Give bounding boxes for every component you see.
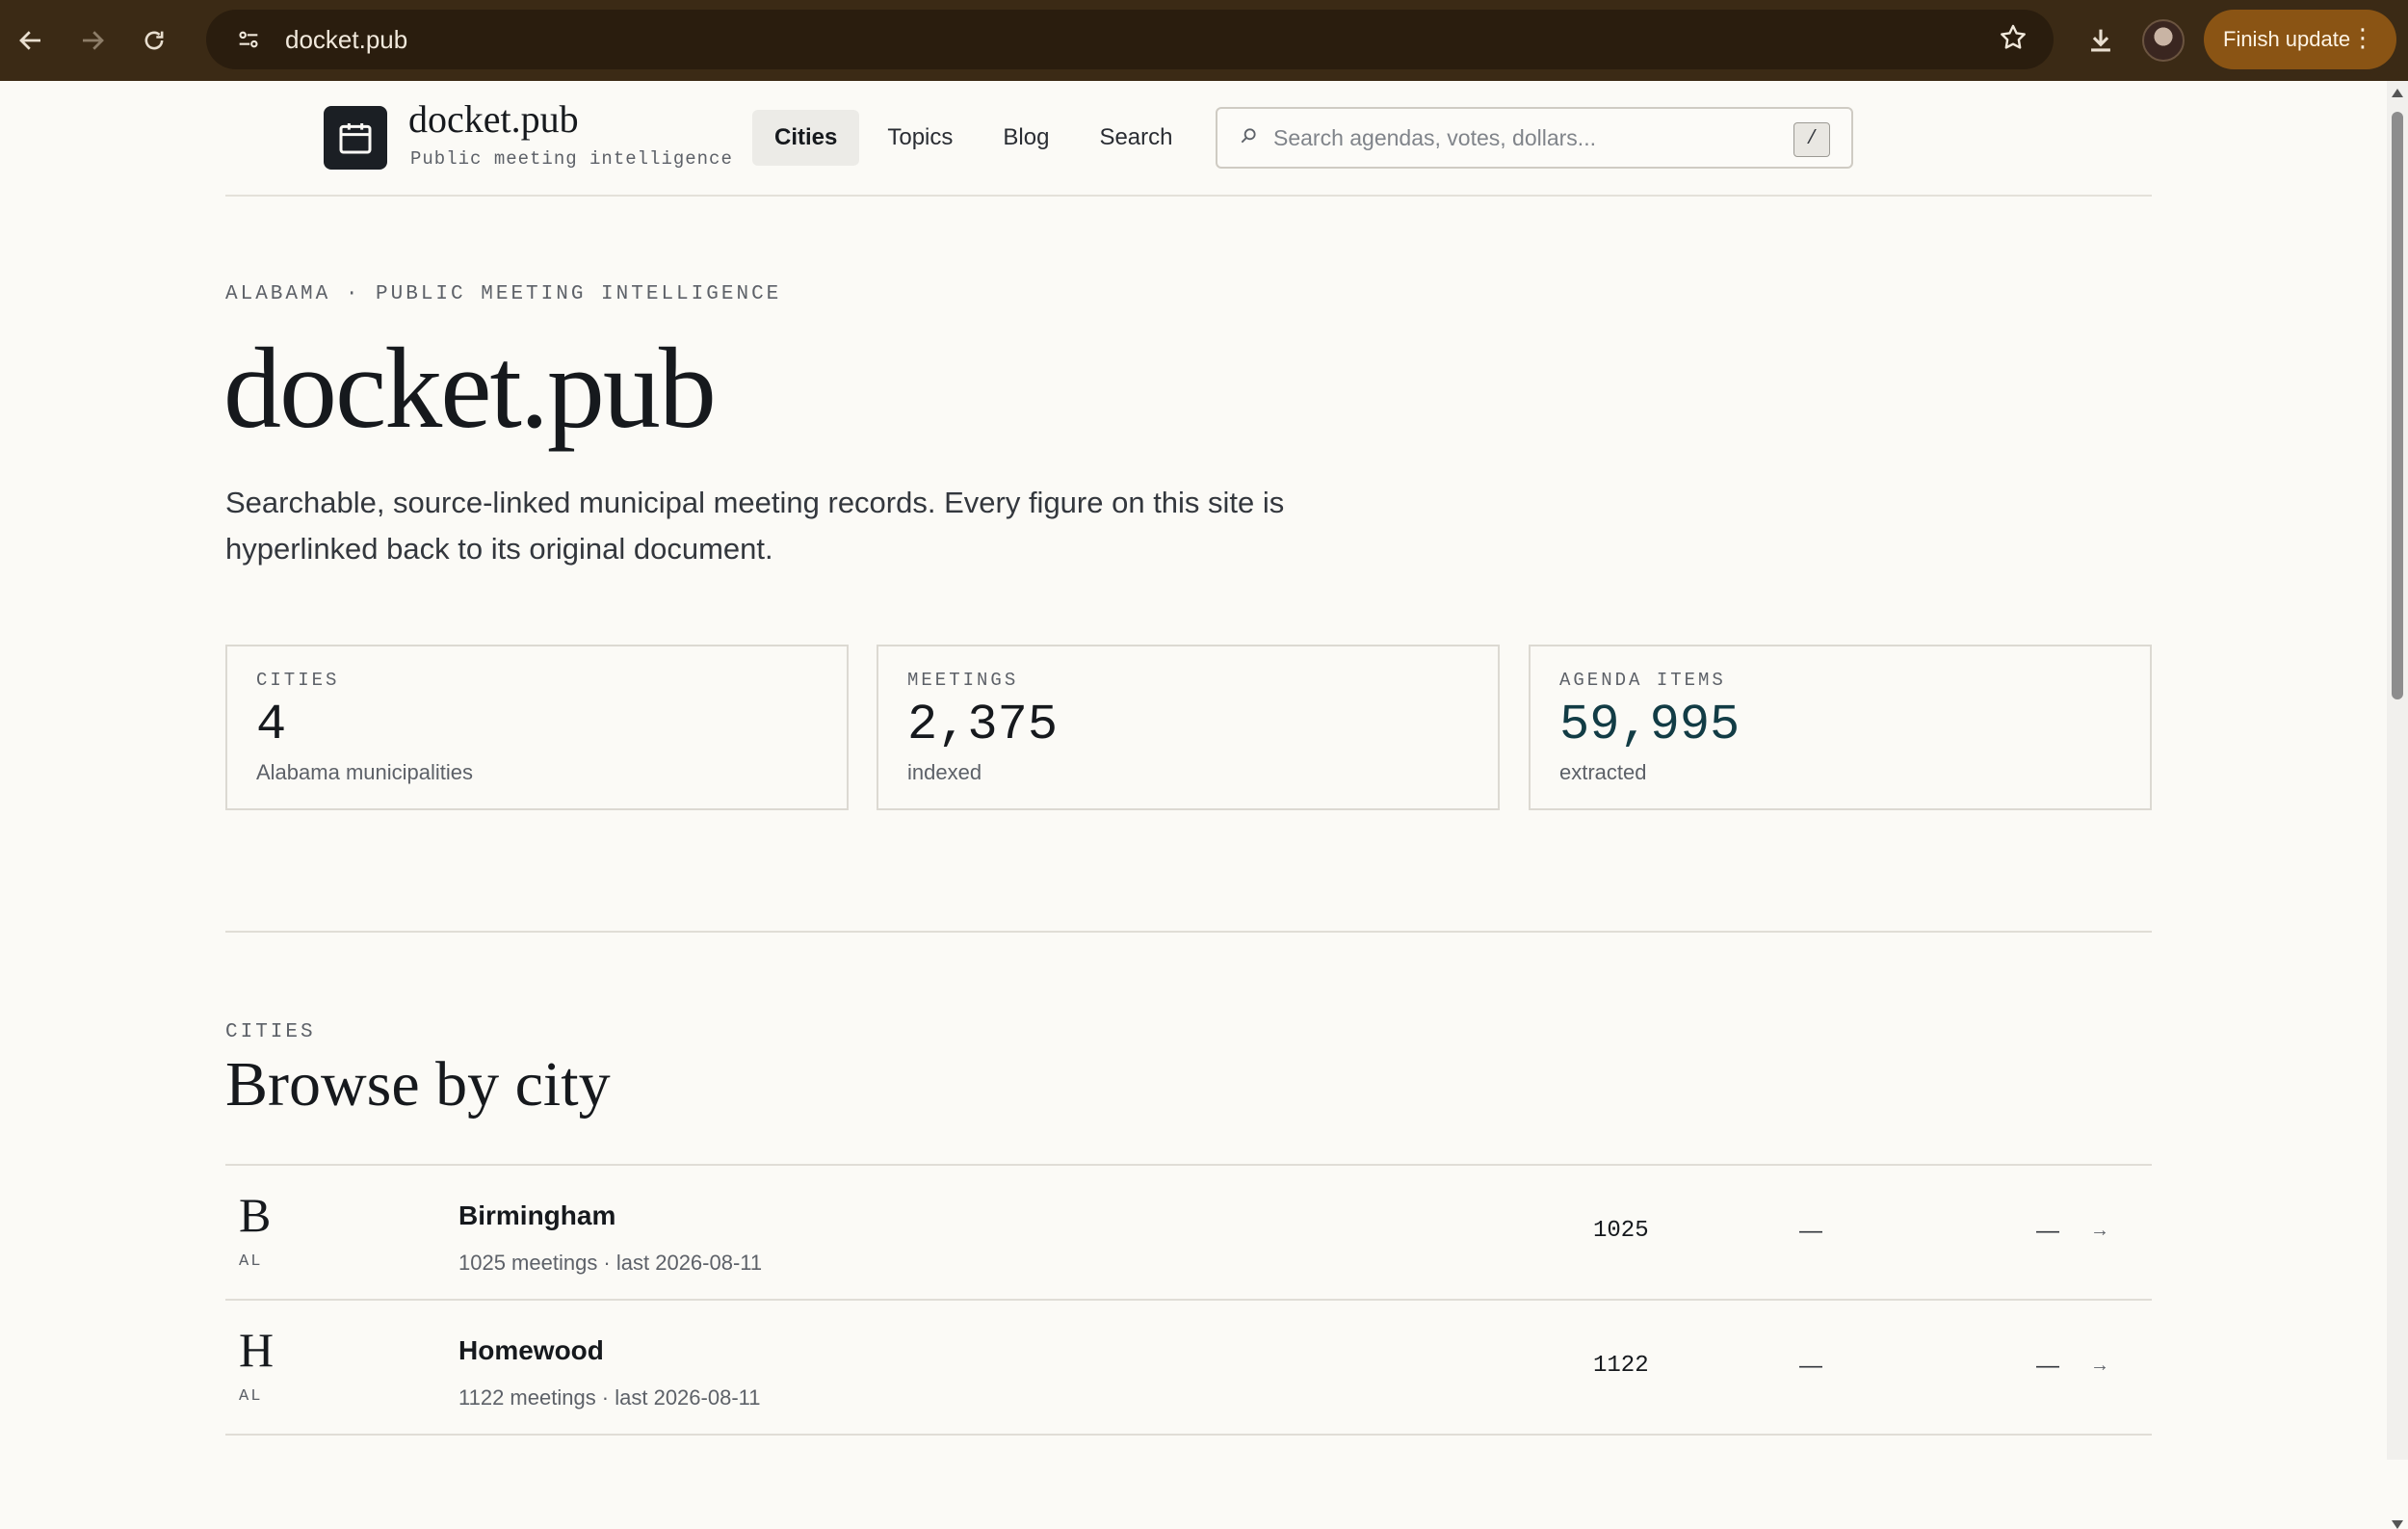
- finish-update-button[interactable]: Finish update ⋮: [2204, 10, 2396, 69]
- main-nav: Cities Topics Blog Search: [752, 110, 1194, 166]
- city-meta: 1122 meetings · last 2026-08-11: [458, 1385, 761, 1410]
- stat-card-cities: CITIES 4 Alabama municipalities: [225, 645, 849, 810]
- city-initial: H: [239, 1323, 275, 1377]
- nav-blog[interactable]: Blog: [981, 110, 1071, 166]
- city-initial: B: [239, 1188, 272, 1242]
- hero-eyebrow: ALABAMA · PUBLIC MEETING INTELLIGENCE: [225, 283, 782, 305]
- city-row-homewood[interactable]: H AL Homewood 1122 meetings · last 2026-…: [225, 1301, 2152, 1436]
- city-state: AL: [239, 1387, 263, 1406]
- site-header: docket.pub Public meeting intelligence C…: [225, 81, 2152, 197]
- stat-value: 59,995: [1559, 697, 1741, 753]
- stat-label: CITIES: [256, 670, 340, 691]
- calendar-icon: [339, 123, 372, 154]
- logo[interactable]: [324, 106, 387, 170]
- city-meeting-count: 1122: [1593, 1353, 1649, 1379]
- back-arrow-icon: [19, 31, 40, 50]
- reload-icon: [144, 31, 164, 50]
- search-icon: [1239, 126, 1262, 150]
- search-shortcut-key: /: [1793, 122, 1830, 157]
- download-icon[interactable]: [2084, 24, 2117, 57]
- stat-label: MEETINGS: [907, 670, 1019, 691]
- city-col-2: —: [1799, 1353, 1822, 1379]
- city-name-link[interactable]: Birmingham: [458, 1200, 615, 1231]
- more-vertical-icon: ⋮: [2350, 23, 2375, 52]
- site-info-button[interactable]: [220, 26, 277, 53]
- nav-topics[interactable]: Topics: [865, 110, 975, 166]
- stat-value: 2,375: [907, 697, 1059, 753]
- stat-note: extracted: [1559, 760, 1647, 784]
- arrow-right-icon[interactable]: →: [2090, 1355, 2109, 1377]
- section-divider: [225, 931, 2152, 933]
- cities-eyebrow: CITIES: [225, 1021, 316, 1043]
- forward-arrow-icon: [83, 31, 104, 50]
- stat-label: AGENDA ITEMS: [1559, 670, 1726, 691]
- city-state: AL: [239, 1252, 263, 1271]
- city-col-3: —: [2036, 1353, 2059, 1379]
- nav-cities[interactable]: Cities: [752, 110, 860, 166]
- search-box[interactable]: /: [1216, 107, 1853, 169]
- finish-update-label: Finish update: [2223, 27, 2351, 51]
- search-input[interactable]: [1271, 123, 1795, 152]
- brand-title[interactable]: docket.pub: [408, 96, 579, 142]
- page-title: docket.pub: [223, 324, 717, 452]
- stat-value: 4: [256, 697, 287, 753]
- section-title: Browse by city: [225, 1049, 611, 1120]
- page-scrollbar[interactable]: [2387, 81, 2408, 1529]
- scroll-down-icon[interactable]: [2392, 1520, 2403, 1529]
- brand-subtitle: Public meeting intelligence: [410, 148, 733, 170]
- city-row-birmingham[interactable]: B AL Birmingham 1025 meetings · last 202…: [225, 1166, 2152, 1301]
- stat-note: indexed: [907, 760, 982, 784]
- stat-card-agenda-items: AGENDA ITEMS 59,995 extracted: [1529, 645, 2152, 810]
- back-button[interactable]: [6, 15, 56, 66]
- city-name-link[interactable]: Homewood: [458, 1335, 604, 1366]
- scrollbar-thumb[interactable]: [2392, 112, 2403, 699]
- city-meta: 1025 meetings · last 2026-08-11: [458, 1251, 763, 1275]
- address-bar[interactable]: docket.pub: [206, 10, 2054, 69]
- arrow-right-icon[interactable]: →: [2090, 1220, 2109, 1242]
- nav-search[interactable]: Search: [1077, 110, 1194, 166]
- bookmark-star-icon[interactable]: [1998, 22, 2028, 58]
- profile-avatar[interactable]: [2142, 19, 2185, 62]
- browser-toolbar: docket.pub Finish update ⋮: [0, 0, 2408, 81]
- site-settings-icon: [239, 31, 258, 48]
- stat-card-meetings: MEETINGS 2,375 indexed: [877, 645, 1500, 810]
- forward-button[interactable]: [67, 15, 118, 66]
- city-col-3: —: [2036, 1218, 2059, 1244]
- city-col-2: —: [1799, 1218, 1822, 1244]
- city-meeting-count: 1025: [1593, 1218, 1649, 1244]
- hero-description: Searchable, source-linked municipal meet…: [225, 486, 1285, 566]
- stat-note: Alabama municipalities: [256, 760, 473, 784]
- scroll-up-icon[interactable]: [2392, 89, 2403, 97]
- url-text[interactable]: docket.pub: [285, 25, 1998, 55]
- reload-button[interactable]: [129, 15, 179, 66]
